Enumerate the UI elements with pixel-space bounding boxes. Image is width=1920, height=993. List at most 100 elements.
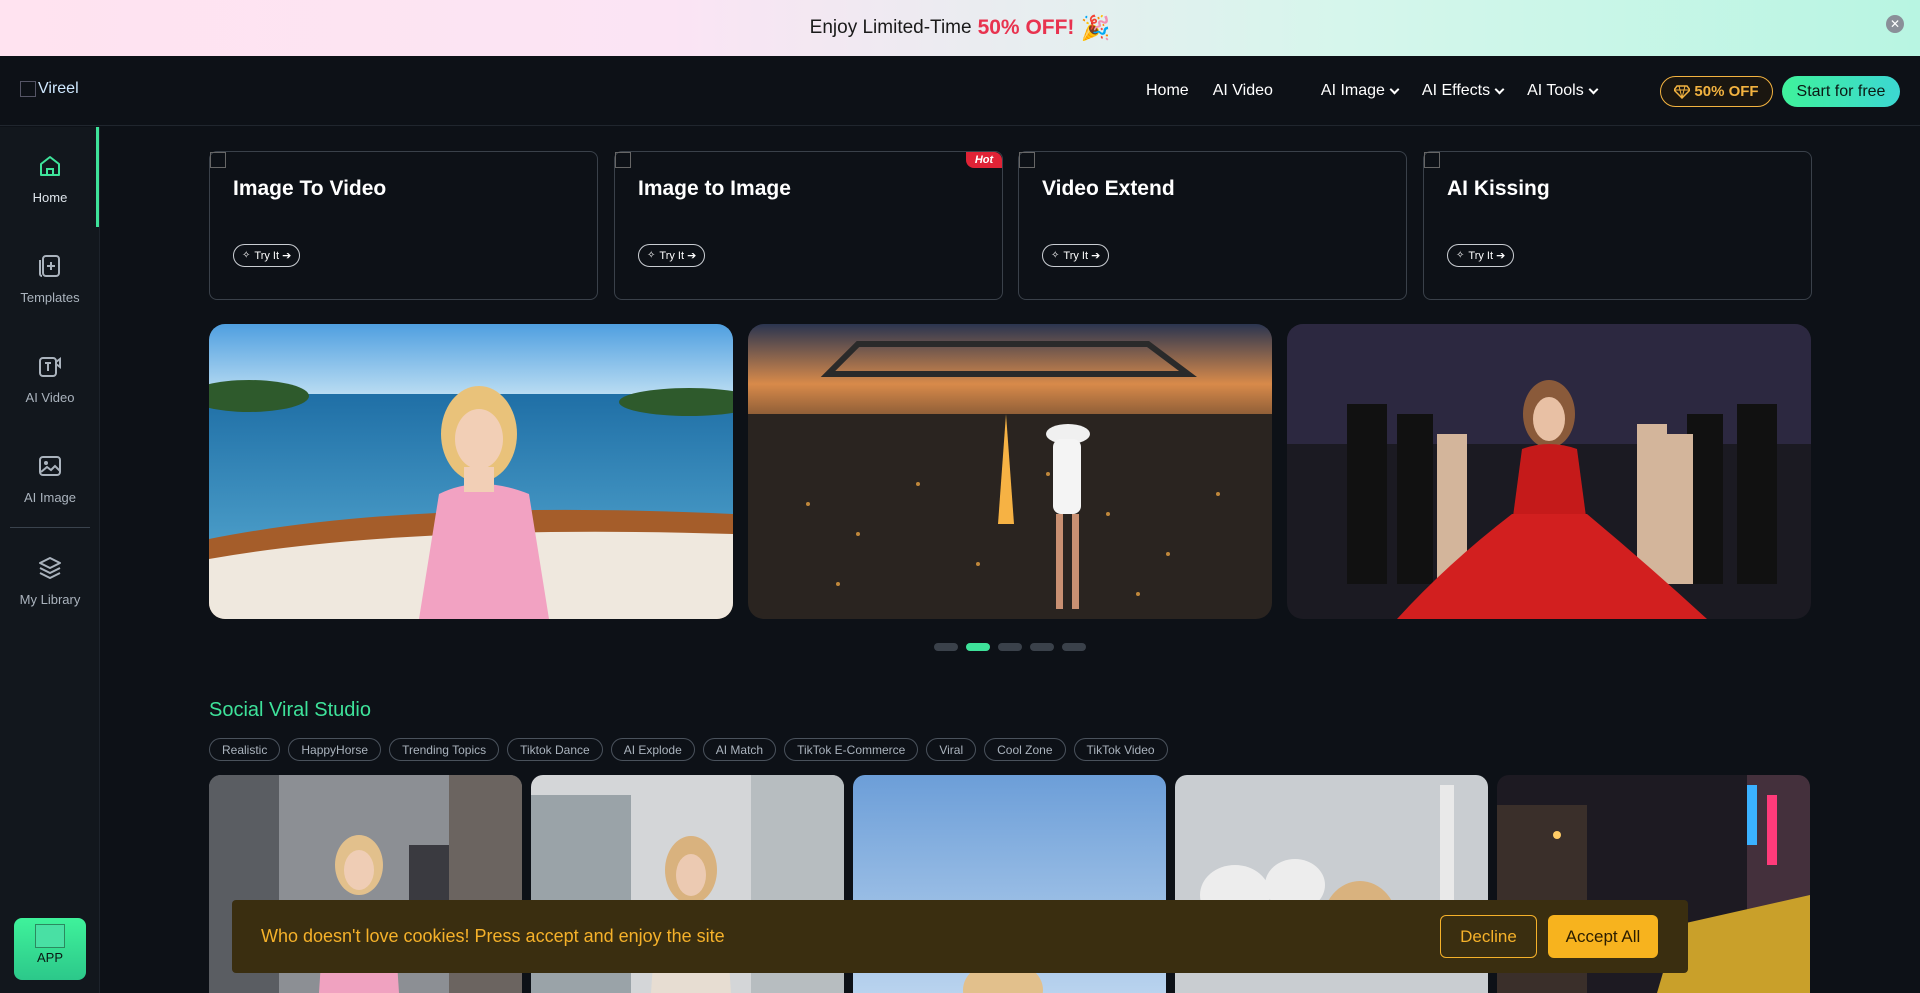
sparkle-icon: ✧ bbox=[1456, 250, 1465, 261]
section-title: Social Viral Studio bbox=[209, 699, 371, 721]
cookie-text: Who doesn't love cookies! Press accept a… bbox=[261, 926, 725, 946]
discount-button[interactable]: 50% OFF bbox=[1660, 76, 1773, 107]
sidebar-item-home[interactable]: Home bbox=[0, 153, 100, 205]
accept-all-button[interactable]: Accept All bbox=[1548, 915, 1658, 958]
discount-label: 50% OFF bbox=[1694, 83, 1759, 100]
broken-image-icon bbox=[1019, 152, 1035, 168]
decline-button[interactable]: Decline bbox=[1440, 915, 1537, 958]
nav-ai-video[interactable]: AI Video bbox=[1213, 82, 1273, 100]
sidebar-item-label: My Library bbox=[19, 592, 81, 607]
carousel-dot[interactable] bbox=[1030, 643, 1054, 651]
card-title: AI Kissing bbox=[1447, 177, 1550, 200]
diamond-icon bbox=[1674, 84, 1691, 99]
logo[interactable]: Vireel bbox=[20, 80, 79, 98]
cookie-banner: Who doesn't love cookies! Press accept a… bbox=[232, 900, 1688, 973]
carousel-dot[interactable] bbox=[1062, 643, 1086, 651]
nav-ai-tools[interactable]: AI Tools bbox=[1527, 82, 1599, 100]
sparkle-icon: ✧ bbox=[242, 250, 251, 261]
app-label: APP bbox=[36, 950, 63, 965]
nav-links: Home AI Video AI Image AI Effects AI Too… bbox=[1146, 56, 1621, 126]
sparkle-icon: ✧ bbox=[647, 250, 656, 261]
try-it-button[interactable]: ✧ Try It ➔ bbox=[233, 244, 301, 267]
tag-viral[interactable]: Viral bbox=[926, 738, 977, 761]
top-nav: Vireel Home AI Video AI Image AI Effects… bbox=[0, 56, 1920, 126]
try-it-label: Try It ➔ bbox=[1468, 250, 1506, 262]
broken-image-icon bbox=[20, 81, 36, 97]
templates-icon bbox=[39, 255, 60, 277]
slide-image bbox=[748, 324, 1272, 619]
nav-home[interactable]: Home bbox=[1146, 82, 1189, 100]
carousel-dot[interactable] bbox=[934, 643, 958, 651]
tag-ai-explode[interactable]: AI Explode bbox=[610, 738, 695, 761]
broken-image-icon bbox=[210, 152, 226, 168]
nav-ai-effects[interactable]: AI Effects bbox=[1421, 82, 1505, 100]
nav-ai-tools-label: AI Tools bbox=[1527, 82, 1584, 99]
feature-card-video-extend[interactable]: Video Extend ✧ Try It ➔ bbox=[1018, 151, 1407, 300]
feature-card-image-to-image[interactable]: Hot Image to Image ✧ Try It ➔ bbox=[614, 151, 1003, 300]
carousel-slide-red-carpet[interactable] bbox=[1287, 324, 1811, 619]
slide-image bbox=[1287, 324, 1811, 619]
card-title: Image to Image bbox=[638, 177, 791, 200]
nav-home-label: Home bbox=[1146, 82, 1189, 99]
try-it-label: Try It ➔ bbox=[254, 250, 292, 262]
tag-tiktok-video[interactable]: TikTok Video bbox=[1073, 738, 1168, 761]
sidebar-item-label: Templates bbox=[20, 290, 80, 305]
tag-list: Realistic HappyHorse Trending Topics Tik… bbox=[209, 738, 1176, 761]
chevron-down-icon bbox=[1494, 84, 1505, 94]
sidebar-divider bbox=[10, 527, 90, 528]
nav-ai-image-label: AI Image bbox=[1320, 82, 1385, 99]
party-icon: 🎉 bbox=[1080, 14, 1111, 42]
promo-highlight: 50% OFF! bbox=[977, 16, 1075, 39]
tag-tiktok-dance[interactable]: Tiktok Dance bbox=[507, 738, 603, 761]
chevron-down-icon bbox=[1389, 84, 1400, 94]
sidebar-item-label: AI Video bbox=[25, 390, 75, 405]
promo-banner: Enjoy Limited-Time 50% OFF! 🎉 ✕ bbox=[0, 0, 1920, 56]
try-it-button[interactable]: ✧ Try It ➔ bbox=[1447, 244, 1515, 267]
try-it-label: Try It ➔ bbox=[659, 250, 697, 262]
try-it-button[interactable]: ✧ Try It ➔ bbox=[638, 244, 706, 267]
carousel-dot[interactable] bbox=[998, 643, 1022, 651]
home-icon bbox=[40, 156, 60, 176]
sidebar-item-label: Home bbox=[32, 190, 68, 205]
try-it-label: Try It ➔ bbox=[1063, 250, 1101, 262]
logo-alt-text: Vireel bbox=[38, 80, 79, 97]
card-title: Video Extend bbox=[1042, 177, 1175, 200]
promo-text: Enjoy Limited-Time bbox=[809, 17, 972, 38]
nav-ai-image[interactable]: AI Image bbox=[1320, 82, 1400, 100]
tag-ai-match[interactable]: AI Match bbox=[702, 738, 777, 761]
tag-realistic[interactable]: Realistic bbox=[209, 738, 281, 761]
app-download-button[interactable]: APP bbox=[14, 918, 86, 980]
feature-card-image-to-video[interactable]: Image To Video ✧ Try It ➔ bbox=[209, 151, 598, 300]
sparkle-icon: ✧ bbox=[1051, 250, 1060, 261]
nav-ai-video-label: AI Video bbox=[1212, 82, 1273, 99]
tag-tiktok-e-commerce[interactable]: TikTok E-Commerce bbox=[784, 738, 919, 761]
carousel-dot-active[interactable] bbox=[966, 643, 990, 651]
slide-image bbox=[209, 324, 733, 619]
carousel-dots bbox=[934, 643, 1094, 651]
sidebar: Home Templates AI Video AI Image My Libr… bbox=[0, 127, 100, 993]
card-title: Image To Video bbox=[233, 177, 387, 200]
sidebar-item-my-library[interactable]: My Library bbox=[0, 555, 100, 607]
carousel-slide-paris[interactable] bbox=[748, 324, 1272, 619]
close-icon[interactable]: ✕ bbox=[1886, 15, 1904, 33]
carousel-slide-boat[interactable] bbox=[209, 324, 733, 619]
sidebar-item-ai-image[interactable]: AI Image bbox=[0, 453, 100, 505]
tag-happyhorse[interactable]: HappyHorse bbox=[288, 738, 382, 761]
tag-trending-topics[interactable]: Trending Topics bbox=[389, 738, 500, 761]
sidebar-item-ai-video[interactable]: AI Video bbox=[0, 353, 100, 405]
ai-video-icon bbox=[39, 357, 61, 377]
nav-ai-effects-label: AI Effects bbox=[1421, 82, 1491, 99]
chevron-down-icon bbox=[1588, 84, 1599, 94]
app-image bbox=[35, 924, 65, 948]
broken-image-icon bbox=[1424, 152, 1440, 168]
layers-icon bbox=[39, 557, 61, 579]
broken-image-icon bbox=[615, 152, 631, 168]
sidebar-item-templates[interactable]: Templates bbox=[0, 253, 100, 305]
tag-cool-zone[interactable]: Cool Zone bbox=[984, 738, 1066, 761]
start-for-free-button[interactable]: Start for free bbox=[1782, 76, 1900, 107]
hot-badge: Hot bbox=[966, 152, 1002, 168]
try-it-button[interactable]: ✧ Try It ➔ bbox=[1042, 244, 1110, 267]
sidebar-item-label: AI Image bbox=[23, 490, 77, 505]
ai-image-icon bbox=[39, 456, 61, 476]
feature-card-ai-kissing[interactable]: AI Kissing ✧ Try It ➔ bbox=[1423, 151, 1812, 300]
